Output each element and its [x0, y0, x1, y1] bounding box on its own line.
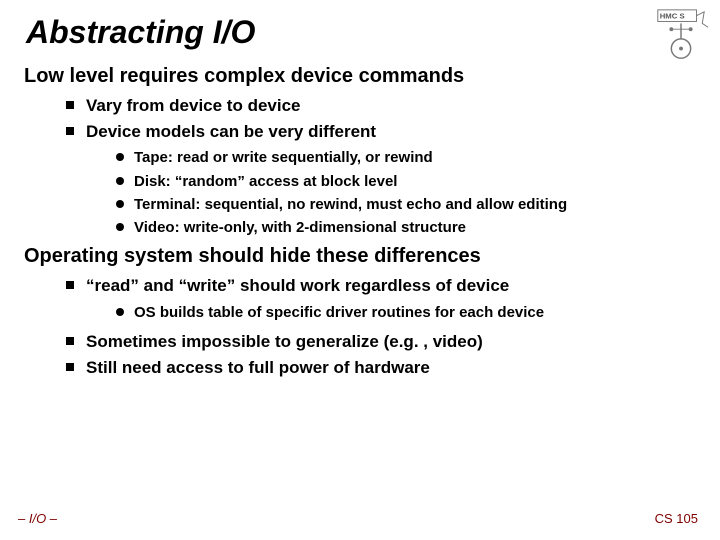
section-1-sublist: Tape: read or write sequentially, or rew… — [86, 146, 696, 239]
svg-text:HMC S: HMC S — [660, 12, 685, 21]
footer-left: – I/O – — [18, 511, 57, 526]
list-item: Device models can be very different Tape… — [66, 120, 696, 240]
list-item-label: “read” and “write” should work regardles… — [86, 276, 509, 295]
list-subitem: OS builds table of specific driver routi… — [116, 301, 696, 324]
list-item: Still need access to full power of hardw… — [66, 356, 696, 381]
list-subitem: Tape: read or write sequentially, or rew… — [116, 146, 696, 169]
list-item-label: Device models can be very different — [86, 122, 376, 141]
section-heading-1: Low level requires complex device comman… — [24, 65, 696, 88]
footer-right: CS 105 — [655, 511, 698, 526]
section-heading-2: Operating system should hide these diffe… — [24, 245, 696, 268]
section-2-sublist: OS builds table of specific driver routi… — [86, 301, 696, 324]
list-subitem: Terminal: sequential, no rewind, must ec… — [116, 193, 696, 216]
list-item: Vary from device to device — [66, 94, 696, 119]
section-2-list: “read” and “write” should work regardles… — [24, 274, 696, 380]
list-subitem: Disk: “random” access at block level — [116, 170, 696, 193]
section-1-list: Vary from device to device Device models… — [24, 94, 696, 239]
list-subitem: Video: write-only, with 2-dimensional st… — [116, 216, 696, 239]
slide-title: Abstracting I/O — [26, 14, 696, 51]
list-item: “read” and “write” should work regardles… — [66, 274, 696, 324]
list-item: Sometimes impossible to generalize (e.g.… — [66, 330, 696, 355]
college-logo-icon: HMC S — [652, 6, 710, 64]
slide: HMC S Abstracting I/O Low level requires… — [0, 0, 720, 540]
